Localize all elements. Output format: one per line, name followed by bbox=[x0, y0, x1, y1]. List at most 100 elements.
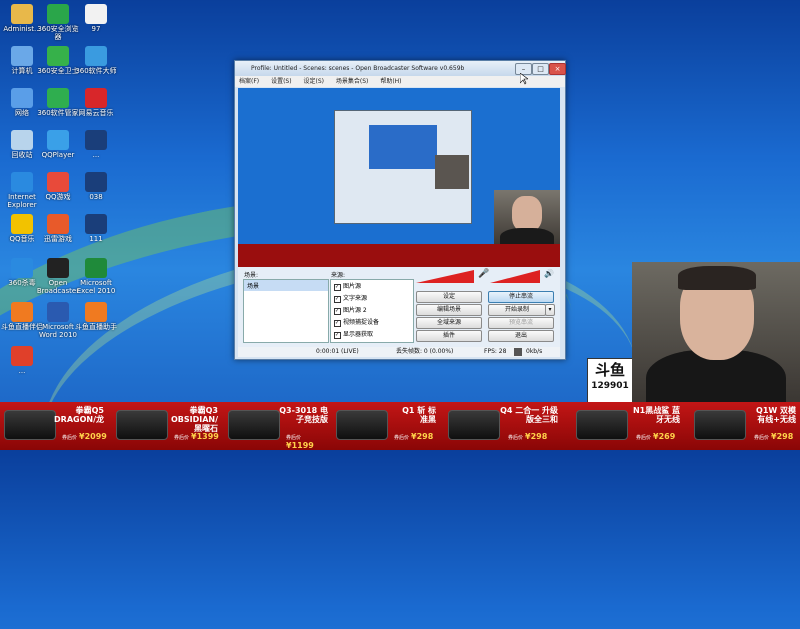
ad-item: Q3-3018 电子竞技版 券后价¥1199 bbox=[224, 402, 330, 450]
desktop-audio-meter[interactable] bbox=[416, 269, 476, 283]
menu-item[interactable]: 帮助(H) bbox=[380, 78, 401, 85]
exit-button[interactable]: 退出 bbox=[488, 330, 554, 342]
douyu-logo-icon: 斗鱼 bbox=[594, 361, 625, 379]
desktop-icon-label: 网络 bbox=[15, 109, 29, 117]
webcam-feed bbox=[632, 262, 800, 404]
desktop-icon-label: 97 bbox=[91, 25, 101, 33]
stream-time: 0:00:01 (LIVE) bbox=[316, 348, 359, 355]
desktop-icon[interactable]: 97 bbox=[74, 4, 118, 33]
checkbox-icon[interactable]: ✓ bbox=[334, 320, 341, 327]
desktop-icon[interactable]: ... bbox=[74, 130, 118, 159]
app-icon bbox=[85, 4, 107, 24]
desktop-icon-label: QQ音乐 bbox=[9, 235, 35, 243]
microphone-icon[interactable]: 🎤 bbox=[478, 269, 489, 279]
nested-webcam bbox=[435, 155, 469, 189]
desktop-icon[interactable]: 111 bbox=[74, 214, 118, 243]
desktop-icon-label: 038 bbox=[89, 193, 103, 201]
sources-list[interactable]: ✓ 图片源 ✓ 文字来源 ✓ 图片源 2 ✓ 视频捕捉设备 ✓ 显示器获取 bbox=[330, 279, 414, 343]
app-icon bbox=[47, 4, 69, 24]
app-icon bbox=[47, 172, 69, 192]
arcade-stick-icon bbox=[116, 410, 168, 440]
source-item: ✓ 显示器获取 bbox=[334, 331, 374, 339]
desktop-icon-label: 111 bbox=[89, 235, 103, 243]
scene-item[interactable]: 场景 bbox=[244, 280, 328, 291]
app-icon bbox=[85, 46, 107, 66]
douyu-badge: 斗鱼 129901 bbox=[587, 358, 633, 404]
close-icon[interactable]: × bbox=[549, 63, 566, 75]
ad-item: Q1 斩 标准黑 券后价 ¥298 bbox=[332, 402, 438, 450]
obs-window[interactable]: Profile: Untitled - Scenes: scenes - Ope… bbox=[234, 60, 566, 360]
desktop-icon[interactable]: 网易云音乐 bbox=[74, 88, 118, 117]
source-item: ✓ 图片源 bbox=[334, 283, 362, 291]
checkbox-icon[interactable]: ✓ bbox=[334, 284, 341, 291]
desktop-icon-label: 360软件大师 bbox=[75, 67, 117, 75]
start-recording-button[interactable]: 开始录制 bbox=[488, 304, 546, 316]
desktop-icon[interactable]: 360软件大师 bbox=[74, 46, 118, 75]
chevron-down-icon[interactable]: ▾ bbox=[545, 304, 555, 316]
source-item: ✓ 图片源 2 bbox=[334, 307, 367, 315]
desktop-icon-label: ... bbox=[18, 367, 26, 375]
app-icon bbox=[11, 88, 33, 108]
stop-stream-button[interactable]: 停止串流 bbox=[488, 291, 554, 303]
desktop-icon[interactable]: Microsoft Excel 2010 bbox=[74, 258, 118, 295]
dropped-frames: 丢失帧数: 0 (0.00%) bbox=[396, 348, 454, 355]
menu-item[interactable]: 设置(S) bbox=[271, 78, 292, 85]
app-icon bbox=[11, 258, 33, 278]
speaker-icon[interactable]: 🔊 bbox=[544, 269, 554, 278]
arcade-stick-icon bbox=[228, 410, 280, 440]
app-icon bbox=[85, 258, 107, 278]
product-ad-bar: 拳霸Q5 DRAGON/龙 券后价 ¥2099 拳霸Q3 OBSIDIAN/黑曜石… bbox=[0, 402, 800, 450]
app-icon bbox=[85, 172, 107, 192]
ad-item: Q4 二合一 升级版全三和 券后价 ¥298 bbox=[444, 402, 560, 450]
desktop-icon[interactable]: ... bbox=[0, 346, 44, 375]
global-sources-button[interactable]: 全域来源 bbox=[416, 317, 482, 329]
preview-ad-strip bbox=[238, 244, 560, 268]
desktop-icon-label: QQPlayer bbox=[41, 151, 75, 159]
app-icon bbox=[47, 46, 69, 66]
checkbox-icon[interactable]: ✓ bbox=[334, 308, 341, 315]
app-icon bbox=[11, 302, 33, 322]
app-icon bbox=[85, 88, 107, 108]
app-icon bbox=[47, 130, 69, 150]
arcade-stick-icon bbox=[576, 410, 628, 440]
arcade-stick-icon bbox=[448, 410, 500, 440]
maximize-icon[interactable]: □ bbox=[532, 63, 549, 75]
desktop-icon[interactable]: 斗鱼直播助手 bbox=[74, 302, 118, 331]
desktop-icon-label: 回收站 bbox=[11, 151, 33, 159]
desktop-icon[interactable]: 038 bbox=[74, 172, 118, 201]
desktop-icon-label: 迅雷游戏 bbox=[44, 235, 72, 243]
scenes-list[interactable]: 场景 bbox=[243, 279, 329, 343]
checkbox-icon[interactable]: ✓ bbox=[334, 332, 341, 339]
plugins-button[interactable]: 插件 bbox=[416, 330, 482, 342]
mic-audio-meter[interactable] bbox=[490, 269, 544, 283]
edit-scene-button[interactable]: 编辑场景 bbox=[416, 304, 482, 316]
desktop-icon-label: 计算机 bbox=[11, 67, 33, 75]
arcade-stick-icon bbox=[4, 410, 56, 440]
preview-stream-button[interactable]: 预览串流 bbox=[488, 317, 554, 329]
nested-preview-screen bbox=[369, 125, 437, 169]
scenes-label: 场景: bbox=[244, 272, 259, 279]
room-number: 129901 bbox=[591, 381, 629, 391]
menu-item[interactable]: 档案(F) bbox=[239, 78, 259, 85]
source-item: ✓ 视频捕捉设备 bbox=[334, 319, 380, 327]
nested-preview-window bbox=[334, 110, 472, 224]
desktop-icon-label: 360安全浏览器 bbox=[37, 25, 79, 41]
checkbox-icon[interactable]: ✓ bbox=[334, 296, 341, 303]
desktop-icon-label: Microsoft Excel 2010 bbox=[76, 279, 116, 295]
menu-item[interactable]: 场景集合(S) bbox=[336, 78, 369, 85]
app-icon bbox=[47, 214, 69, 234]
bitrate-indicator bbox=[514, 348, 522, 356]
preview-webcam bbox=[494, 190, 560, 250]
desktop-icon-label: ... bbox=[92, 151, 100, 159]
app-icon bbox=[47, 88, 69, 108]
settings-button[interactable]: 设定 bbox=[416, 291, 482, 303]
window-titlebar[interactable]: Profile: Untitled - Scenes: scenes - Ope… bbox=[235, 61, 566, 76]
app-icon bbox=[11, 214, 33, 234]
app-icon bbox=[11, 4, 33, 24]
menu-item[interactable]: 设定(S) bbox=[303, 78, 324, 85]
ad-item: 拳霸Q3 OBSIDIAN/黑曜石 券后价 ¥1399 bbox=[112, 402, 220, 450]
desktop-icon-label: Internet Explorer bbox=[7, 193, 37, 209]
ad-item: Q1W 双模 有线+无线 券后价 ¥298 bbox=[690, 402, 800, 450]
desktop-icon-label: Microsoft Word 2010 bbox=[38, 323, 78, 339]
sources-label: 来源: bbox=[331, 272, 346, 279]
